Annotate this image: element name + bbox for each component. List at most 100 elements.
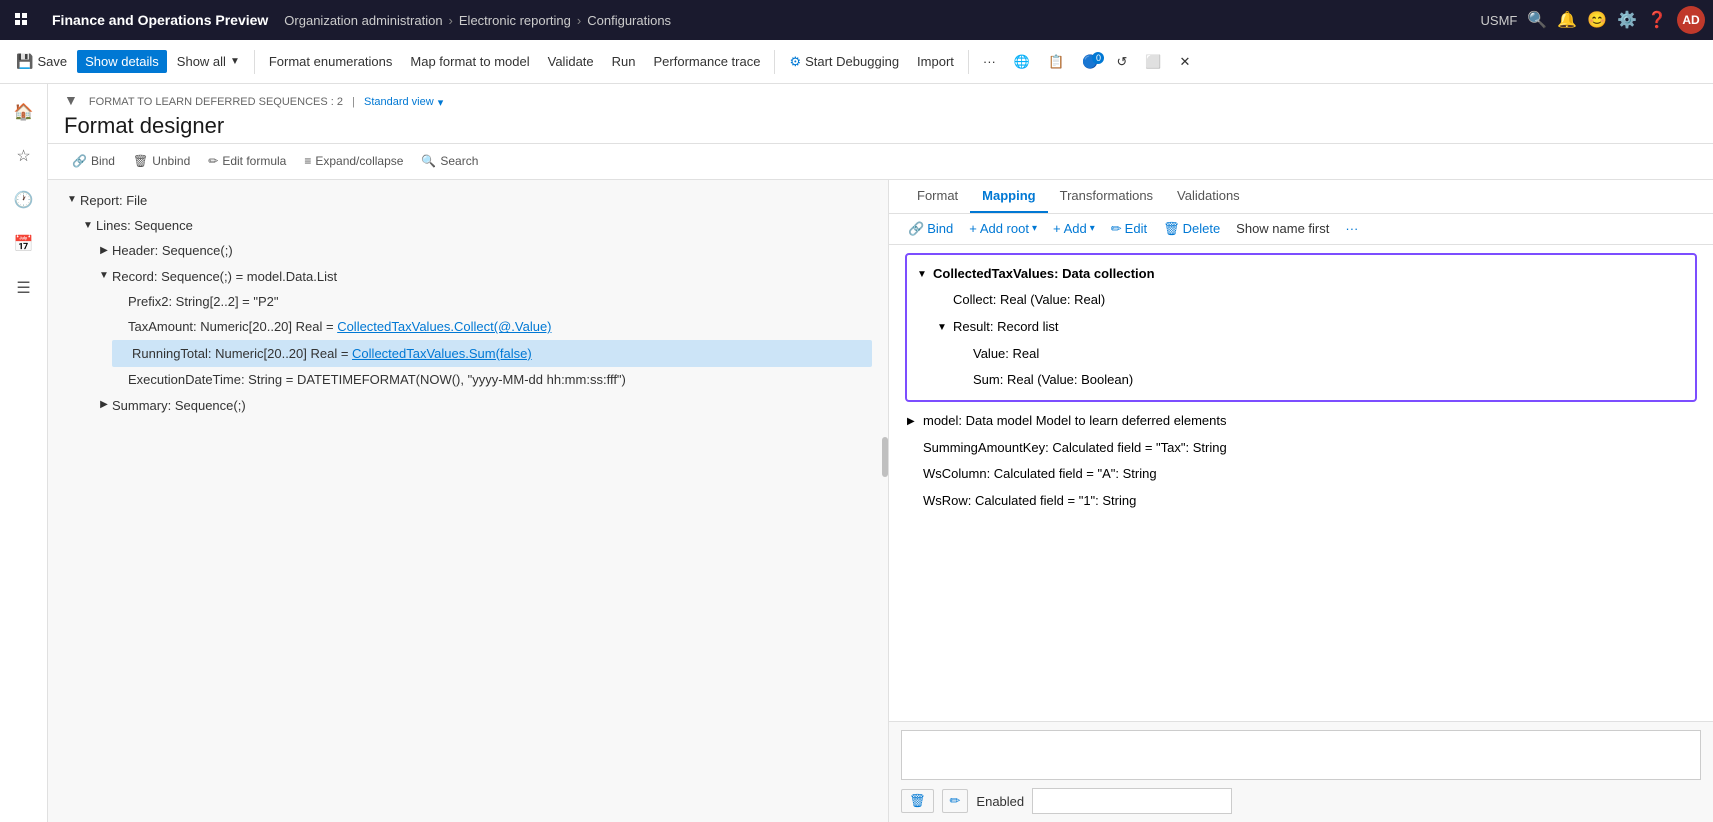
bind-button[interactable]: 🔗 Bind [64, 150, 123, 172]
grid-menu-button[interactable] [8, 6, 36, 34]
label-summingamountkey: SummingAmountKey: Calculated field = "Ta… [923, 436, 1227, 461]
action-toolbar: 🔗 Bind 🗑 Unbind ✏ Edit formula ≡ Expand/… [48, 144, 1713, 180]
data-item-wsrow[interactable]: WsRow: Calculated field = "1": String [905, 488, 1697, 515]
collected-tax-values-group: ▼ CollectedTaxValues: Data collection Co… [905, 253, 1697, 402]
maximize-button[interactable]: ⬜ [1137, 50, 1169, 74]
add-root-button[interactable]: + Add root ▾ [962, 218, 1044, 239]
run-button[interactable]: Run [604, 50, 644, 73]
sidebar-calendar-icon[interactable]: 📅 [4, 224, 44, 264]
more-panel-options-button[interactable]: ··· [1338, 218, 1365, 239]
close-button[interactable]: ✕ [1172, 50, 1199, 74]
show-all-dropdown-icon: ▼ [230, 56, 240, 67]
search-icon-2: 🔍 [421, 154, 436, 168]
tree-item-executiondatetime[interactable]: ExecutionDateTime: String = DATETIMEFORM… [112, 367, 872, 392]
tab-validations[interactable]: Validations [1165, 180, 1252, 213]
data-item-sum[interactable]: Sum: Real (Value: Boolean) [955, 367, 1687, 394]
search-button[interactable]: 🔍 Search [413, 150, 486, 172]
map-format-button[interactable]: Map format to model [402, 50, 537, 73]
left-sidebar: 🏠 ☆ 🕐 📅 ☰ [0, 84, 48, 822]
edit-button[interactable]: ✏ Edit [1104, 218, 1154, 240]
toggle-model: ▶ [907, 412, 923, 431]
sidebar-clock-icon[interactable]: 🕐 [4, 180, 44, 220]
performance-trace-button[interactable]: Performance trace [646, 50, 769, 73]
main-toolbar: 💾 Save Show details Show all ▼ Format en… [0, 40, 1713, 84]
tab-mapping[interactable]: Mapping [970, 180, 1047, 213]
breadcrumb-org[interactable]: Organization administration [284, 13, 442, 28]
expand-icon: ≡ [304, 154, 311, 168]
sidebar-star-icon[interactable]: ☆ [4, 136, 44, 176]
tree-item-report[interactable]: ▼ Report: File [64, 188, 872, 213]
tree-item-header[interactable]: ▶ Header: Sequence(;) [96, 238, 872, 263]
filter-icon[interactable]: ▼ [64, 92, 78, 108]
refresh-button[interactable]: ↺ [1108, 50, 1135, 74]
avatar[interactable]: AD [1677, 6, 1705, 34]
help-icon[interactable]: ❓ [1647, 10, 1667, 30]
unbind-button[interactable]: 🗑 Unbind [125, 150, 198, 172]
badge-button[interactable]: 🔵 0 [1074, 50, 1106, 74]
toggle-collectedtax: ▼ [917, 265, 933, 284]
delete-button[interactable]: 🗑 Delete [1156, 218, 1227, 240]
tree-item-lines[interactable]: ▼ Lines: Sequence [80, 213, 872, 238]
data-item-model[interactable]: ▶ model: Data model Model to learn defer… [905, 408, 1697, 435]
show-all-button[interactable]: Show all ▼ [169, 50, 248, 73]
search-icon[interactable]: 🔍 [1527, 10, 1547, 30]
data-item-value[interactable]: Value: Real [955, 341, 1687, 368]
copy-button[interactable]: 📋 [1040, 50, 1072, 74]
settings-icon[interactable]: ⚙️ [1617, 10, 1637, 30]
data-item-summingamountkey[interactable]: SummingAmountKey: Calculated field = "Ta… [905, 435, 1697, 462]
notification-icon[interactable]: 🔔 [1557, 10, 1577, 30]
tab-format[interactable]: Format [905, 180, 970, 213]
panel-divider[interactable] [882, 437, 888, 477]
user-icon[interactable]: 😊 [1587, 10, 1607, 30]
tree-label-taxamount: TaxAmount: Numeric[20..20] Real = Collec… [128, 315, 552, 338]
breadcrumb-configs[interactable]: Configurations [587, 13, 671, 28]
import-button[interactable]: Import [909, 50, 962, 73]
two-panel: ▼ Report: File ▼ Lines: Sequence ▶ Heade… [48, 180, 1713, 822]
label-wscolumn: WsColumn: Calculated field = "A": String [923, 462, 1157, 487]
expand-collapse-button[interactable]: ≡ Expand/collapse [296, 150, 411, 172]
user-label: USMF [1481, 13, 1518, 28]
add-root-icon: + [969, 221, 977, 236]
separator-2 [774, 50, 775, 74]
sidebar-home-icon[interactable]: 🏠 [4, 92, 44, 132]
panel-bind-button[interactable]: 🔗 Bind [901, 218, 960, 240]
save-button[interactable]: 💾 Save [8, 49, 75, 74]
data-item-result[interactable]: ▼ Result: Record list [935, 314, 1687, 341]
edit-icon: ✏ [1111, 221, 1122, 237]
edit-formula-button[interactable]: ✏ Edit formula [200, 150, 294, 172]
formula-box[interactable] [901, 730, 1701, 780]
sidebar-list-icon[interactable]: ☰ [4, 268, 44, 308]
label-result: Result: Record list [953, 315, 1058, 340]
start-debugging-button[interactable]: ⚙ Start Debugging [781, 50, 907, 74]
data-item-collect[interactable]: Collect: Real (Value: Real) [935, 287, 1687, 314]
enabled-delete-button[interactable]: 🗑 [901, 789, 934, 813]
enabled-input[interactable] [1032, 788, 1232, 814]
left-tree-panel: ▼ Report: File ▼ Lines: Sequence ▶ Heade… [48, 180, 888, 822]
format-enumerations-button[interactable]: Format enumerations [261, 50, 401, 73]
view-dropdown[interactable]: Standard view ▾ [364, 96, 443, 109]
show-details-button[interactable]: Show details [77, 50, 167, 73]
add-button[interactable]: + Add ▾ [1046, 218, 1102, 239]
tree-label-summary: Summary: Sequence(;) [112, 394, 246, 417]
tree-item-prefix2[interactable]: Prefix2: String[2..2] = "P2" [112, 289, 872, 314]
show-name-first-button[interactable]: Show name first [1229, 218, 1336, 239]
tree-item-summary[interactable]: ▶ Summary: Sequence(;) [96, 393, 872, 418]
tree-item-runningtotal[interactable]: RunningTotal: Numeric[20..20] Real = Col… [112, 340, 872, 367]
topbar-right: USMF 🔍 🔔 😊 ⚙️ ❓ AD [1481, 6, 1705, 34]
tree-item-taxamount[interactable]: TaxAmount: Numeric[20..20] Real = Collec… [112, 314, 872, 339]
breadcrumb-er[interactable]: Electronic reporting [459, 13, 571, 28]
data-item-wscolumn[interactable]: WsColumn: Calculated field = "A": String [905, 461, 1697, 488]
data-item-collectedtaxvalues[interactable]: ▼ CollectedTaxValues: Data collection [915, 261, 1687, 288]
validate-button[interactable]: Validate [540, 50, 602, 73]
label-wsrow: WsRow: Calculated field = "1": String [923, 489, 1136, 514]
more-options-button[interactable]: ··· [975, 50, 1004, 73]
globe-icon-button[interactable]: 🌐 [1006, 50, 1038, 74]
enabled-edit-button[interactable]: ✏ [942, 789, 969, 813]
tree-toggle-report: ▼ [64, 191, 80, 209]
tree-label-runningtotal: RunningTotal: Numeric[20..20] Real = Col… [132, 342, 532, 365]
tab-transformations[interactable]: Transformations [1048, 180, 1165, 213]
tree-item-record[interactable]: ▼ Record: Sequence(;) = model.Data.List [96, 264, 872, 289]
data-tree: ▼ CollectedTaxValues: Data collection Co… [889, 245, 1713, 722]
tree-label-exec: ExecutionDateTime: String = DATETIMEFORM… [128, 368, 626, 391]
debug-icon: ⚙ [789, 54, 801, 70]
